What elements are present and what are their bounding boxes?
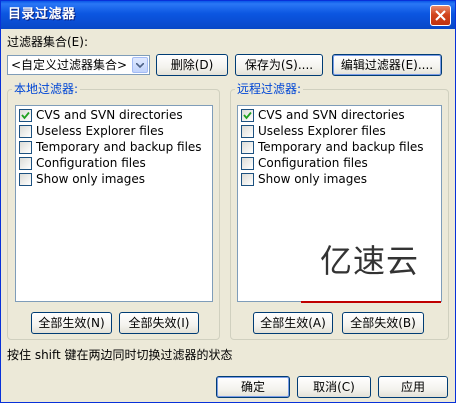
- filter-label: Show only images: [258, 172, 368, 186]
- filter-checkbox[interactable]: [19, 157, 32, 170]
- remote-enable-all-button[interactable]: 全部生效(A): [253, 312, 333, 334]
- local-filter-item[interactable]: Show only images: [19, 172, 199, 187]
- filter-checkbox[interactable]: [19, 141, 32, 154]
- filter-set-selected-value: <自定义过滤器集合>: [11, 58, 128, 72]
- save-as-button[interactable]: 保存为(S)....: [235, 54, 323, 76]
- local-filters-list[interactable]: CVS and SVN directories Useless Explorer…: [15, 105, 213, 302]
- local-filter-item[interactable]: CVS and SVN directories: [19, 108, 199, 123]
- filter-label: Useless Explorer files: [36, 124, 164, 138]
- cancel-button[interactable]: 取消(C): [297, 376, 371, 398]
- close-icon: [435, 10, 446, 21]
- remote-filter-item[interactable]: Useless Explorer files: [241, 124, 421, 139]
- filter-label: Temporary and backup files: [36, 140, 202, 154]
- filter-checkbox[interactable]: [241, 125, 254, 138]
- local-disable-all-button[interactable]: 全部失效(I): [119, 312, 199, 334]
- window-title: 目录过滤器: [8, 7, 76, 22]
- remote-filter-item[interactable]: Configuration files: [241, 156, 421, 171]
- filter-checkbox[interactable]: [19, 109, 32, 122]
- delete-button[interactable]: 删除(D): [156, 54, 228, 76]
- filter-label: Useless Explorer files: [258, 124, 386, 138]
- shift-hint-text: 按住 shift 键在两边同时切换过滤器的状态: [7, 348, 233, 362]
- filter-checkbox[interactable]: [19, 173, 32, 186]
- local-filter-item[interactable]: Temporary and backup files: [19, 140, 202, 155]
- dropdown-arrow-button[interactable]: [132, 57, 148, 73]
- filter-set-dropdown[interactable]: <自定义过滤器集合>: [7, 55, 150, 75]
- directory-filters-dialog: 目录过滤器 过滤器集合(E): <自定义过滤器集合> 删除(D) 保存为(S).…: [0, 0, 456, 403]
- filter-label: Configuration files: [258, 156, 368, 170]
- remote-filters-title: 远程过滤器:: [235, 82, 304, 96]
- remote-filter-item[interactable]: CVS and SVN directories: [241, 108, 421, 123]
- filter-label: Show only images: [36, 172, 146, 186]
- title-bar[interactable]: 目录过滤器: [1, 1, 455, 29]
- filter-checkbox[interactable]: [241, 141, 254, 154]
- filter-label: CVS and SVN directories: [258, 108, 405, 122]
- filter-checkbox[interactable]: [241, 173, 254, 186]
- edit-filters-button[interactable]: 编辑过滤器(E)....: [332, 54, 442, 76]
- watermark-overlay: 亿速云: [301, 221, 441, 303]
- filter-label: Temporary and backup files: [258, 140, 424, 154]
- filter-set-label: 过滤器集合(E):: [7, 35, 88, 49]
- filter-checkbox[interactable]: [241, 109, 254, 122]
- checkmark-icon: [243, 111, 252, 120]
- filter-checkbox[interactable]: [19, 125, 32, 138]
- filter-label: Configuration files: [36, 156, 146, 170]
- remote-disable-all-button[interactable]: 全部失效(B): [342, 312, 424, 334]
- checkmark-icon: [21, 111, 30, 120]
- local-filters-title: 本地过滤器:: [12, 82, 81, 96]
- local-enable-all-button[interactable]: 全部生效(N): [31, 312, 112, 334]
- local-filter-item[interactable]: Useless Explorer files: [19, 124, 199, 139]
- watermark-text: 亿速云: [320, 242, 420, 280]
- remote-filter-item[interactable]: Temporary and backup files: [241, 140, 424, 155]
- chevron-down-icon: [136, 63, 144, 68]
- ok-button[interactable]: 确定: [216, 376, 290, 398]
- filter-checkbox[interactable]: [241, 157, 254, 170]
- local-filter-item[interactable]: Configuration files: [19, 156, 199, 171]
- remote-filter-item[interactable]: Show only images: [241, 172, 421, 187]
- watermark-underline: [301, 301, 441, 303]
- apply-button[interactable]: 应用: [378, 376, 448, 398]
- filter-label: CVS and SVN directories: [36, 108, 183, 122]
- close-button[interactable]: [430, 5, 451, 26]
